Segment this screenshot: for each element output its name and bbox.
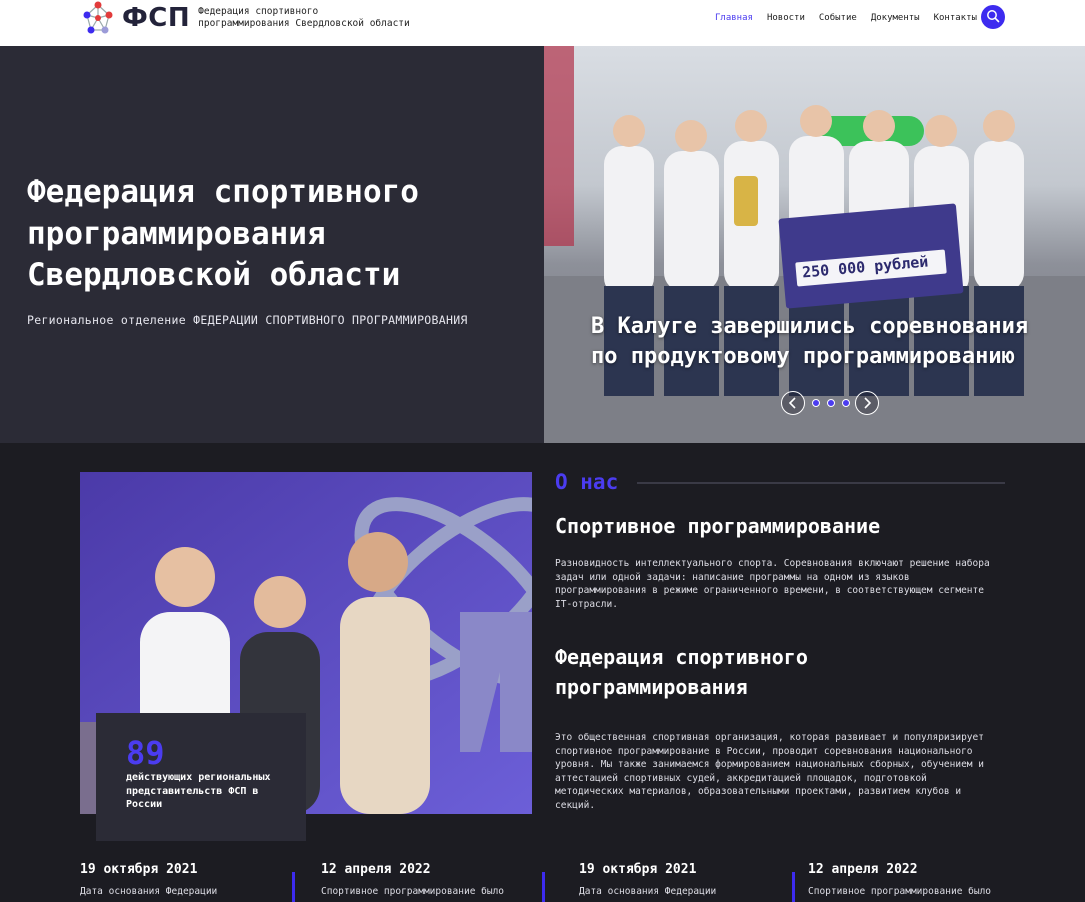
timeline-text: Дата основания Федерации (80, 886, 218, 897)
slider-dot-1[interactable] (812, 399, 820, 407)
nav-item-events[interactable]: Событие (819, 12, 857, 24)
timeline-date: 12 апреля 2022 (808, 862, 918, 877)
hero-title: Федерация спортивного программирования С… (27, 174, 419, 293)
logo-text: Федерация спортивного программирования С… (198, 6, 410, 30)
slider-dots (812, 399, 850, 407)
stat-label: действующих региональных представительст… (126, 772, 271, 810)
slider-dot-2[interactable] (827, 399, 835, 407)
timeline-item: 12 апреля 2022 Спортивное программирован… (321, 861, 531, 898)
slide-photo (544, 46, 1085, 443)
section-text-sport-programming: Разновидность интеллектуального спорта. … (555, 558, 990, 610)
timeline-date: 12 апреля 2022 (321, 862, 431, 877)
timeline-item: 19 октября 2021 Дата основания Федерации (579, 861, 789, 898)
timeline-divider (542, 872, 545, 902)
section-title-sport-programming: Спортивное программирование (555, 514, 881, 538)
main-nav: Главная Новости Событие Документы Контак… (715, 12, 991, 24)
chevron-left-icon (788, 394, 798, 413)
timeline-date: 19 октября 2021 (80, 862, 198, 877)
heading-divider (637, 482, 1005, 484)
about-heading-row: О нас (555, 468, 1005, 496)
logo-line-2: программирования Свердловской области (198, 18, 410, 29)
logo-abbreviation: ФСП (122, 3, 191, 33)
chevron-right-icon (862, 394, 872, 413)
nav-item-documents[interactable]: Документы (871, 12, 920, 24)
stat-value: 89 (126, 734, 165, 772)
search-icon (986, 8, 1000, 27)
site-header: ФСП Федерация спортивного программирован… (0, 0, 1085, 46)
nav-item-news[interactable]: Новости (767, 12, 805, 24)
slider-prev-button[interactable] (781, 391, 805, 415)
timeline-item: 19 октября 2021 Дата основания Федерации (80, 861, 290, 898)
nav-item-contacts[interactable]: Контакты (934, 12, 977, 24)
site-logo[interactable]: ФСП Федерация спортивного программирован… (79, 1, 410, 35)
timeline-date: 19 октября 2021 (579, 862, 697, 877)
nav-item-home[interactable]: Главная (715, 12, 753, 24)
section-text-federation: Это общественная спортивная организация,… (555, 732, 984, 811)
logo-line-1: Федерация спортивного (198, 6, 319, 17)
slide-caption: В Калуге завершились соревнования по про… (591, 314, 1029, 369)
timeline-item: 12 апреля 2022 Спортивное программирован… (808, 861, 1008, 898)
about-heading: О нас (555, 470, 619, 494)
slider-next-button[interactable] (855, 391, 879, 415)
timeline-divider (292, 872, 295, 902)
hero-intro: Федерация спортивного программирования С… (0, 46, 544, 443)
timeline-text: Спортивное программирование было (808, 886, 992, 897)
search-button[interactable] (981, 5, 1005, 29)
timeline-text: Спортивное программирование было (321, 886, 505, 897)
slider-dot-3[interactable] (842, 399, 850, 407)
timeline-divider (792, 872, 795, 902)
stat-card: 89 действующих региональных представител… (96, 713, 306, 841)
timeline-text: Дата основания Федерации (579, 886, 717, 897)
section-title-federation: Федерация спортивного программирования (555, 645, 808, 699)
hero-subtitle: Региональное отделение ФЕДЕРАЦИИ СПОРТИВ… (27, 313, 468, 327)
logo-star-icon (79, 1, 117, 35)
news-slider: 250 000 рублей В Калуге завершились соре… (544, 46, 1085, 443)
